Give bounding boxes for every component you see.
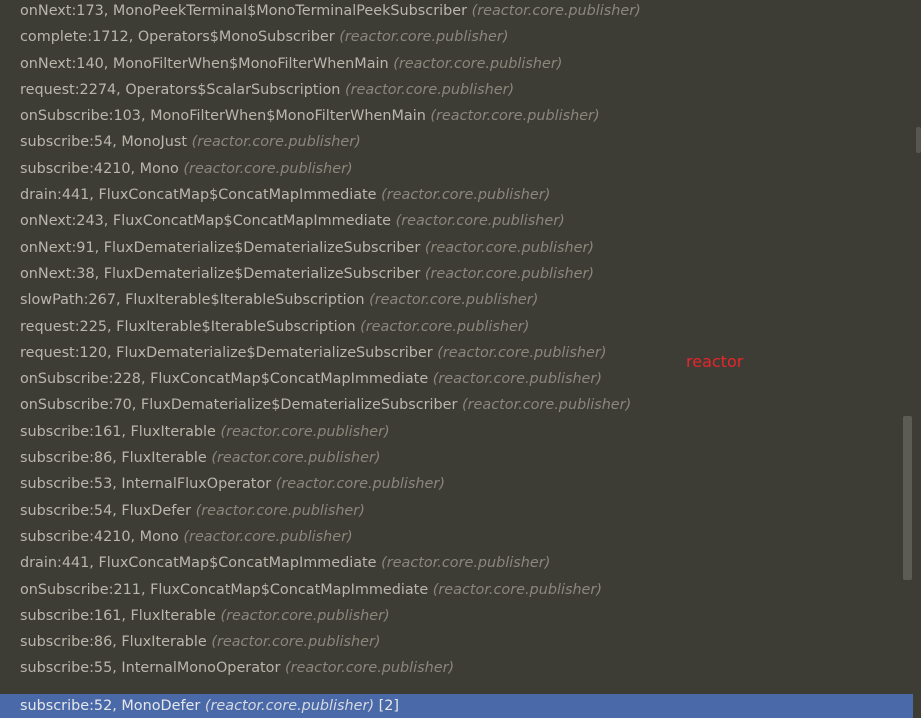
frame-row[interactable]: subscribe:86, FluxIterable (reactor.core… — [0, 445, 913, 471]
frame-package: (reactor.core.publisher) — [220, 423, 390, 440]
frame-row[interactable]: onSubscribe:70, FluxDematerialize$Demate… — [0, 392, 913, 418]
frame-row[interactable]: subscribe:86, FluxIterable (reactor.core… — [0, 629, 913, 655]
frame-row[interactable]: onSubscribe:228, FluxConcatMap$ConcatMap… — [0, 366, 913, 392]
frame-method: onSubscribe:70, FluxDematerialize$Demate… — [20, 397, 458, 414]
frame-method: onSubscribe:103, MonoFilterWhen$MonoFilt… — [20, 108, 426, 125]
frame-row[interactable]: onSubscribe:103, MonoFilterWhen$MonoFilt… — [0, 103, 913, 129]
frame-package: (reactor.core.publisher) — [395, 213, 565, 230]
frame-method: subscribe:52, MonoDefer — [20, 698, 201, 714]
frame-method: subscribe:54, MonoJust — [20, 134, 188, 151]
frame-package: (reactor.core.publisher) — [339, 29, 509, 46]
frame-method: subscribe:86, FluxIterable — [20, 450, 207, 467]
frame-package: (reactor.core.publisher) — [471, 3, 641, 19]
frame-method: slowPath:267, FluxIterable$IterableSubsc… — [20, 292, 365, 309]
frame-row[interactable]: subscribe:54, MonoJust (reactor.core.pub… — [0, 129, 913, 155]
frame-method: subscribe:4210, Mono — [20, 528, 179, 545]
frame-row[interactable]: subscribe:4210, Mono (reactor.core.publi… — [0, 156, 913, 182]
frame-row[interactable]: onNext:91, FluxDematerialize$Demateriali… — [0, 235, 913, 261]
frame-method: subscribe:161, FluxIterable — [20, 607, 216, 624]
frame-method: onSubscribe:228, FluxConcatMap$ConcatMap… — [20, 371, 429, 388]
frame-package: (reactor.core.publisher) — [424, 239, 595, 256]
frame-method: subscribe:4210, Mono — [20, 160, 179, 177]
frame-row[interactable]: request:2274, Operators$ScalarSubscripti… — [0, 77, 913, 103]
frame-method: request:120, FluxDematerialize$Demateria… — [20, 344, 433, 361]
frame-package: (reactor.core.publisher) — [183, 160, 353, 177]
frame-package: (reactor.core.publisher) — [211, 450, 381, 467]
frame-row[interactable]: onSubscribe:211, FluxConcatMap$ConcatMap… — [0, 577, 913, 603]
outer-scrollbar[interactable] — [916, 127, 921, 153]
frame-method: subscribe:53, InternalFluxOperator — [20, 476, 272, 493]
frame-row[interactable]: onNext:243, FluxConcatMap$ConcatMapImmed… — [0, 208, 913, 234]
frame-row[interactable]: drain:441, FluxConcatMap$ConcatMapImmedi… — [0, 550, 913, 576]
frame-method: onNext:91, FluxDematerialize$Demateriali… — [20, 239, 421, 256]
frame-package: (reactor.core.publisher) — [195, 502, 365, 519]
frame-method: subscribe:55, InternalMonoOperator — [20, 660, 281, 677]
frame-row[interactable]: request:120, FluxDematerialize$Demateria… — [0, 340, 913, 366]
frame-row[interactable]: subscribe:4210, Mono (reactor.core.publi… — [0, 524, 913, 550]
frame-package: (reactor.core.publisher) — [432, 581, 602, 598]
frame-package: (reactor.core.publisher) — [183, 528, 353, 545]
frame-method: complete:1712, Operators$MonoSubscriber — [20, 29, 335, 46]
frame-package: (reactor.core.publisher) — [432, 371, 602, 388]
frame-row-selected[interactable]: subscribe:52, MonoDefer (reactor.core.pu… — [0, 694, 913, 718]
frame-row[interactable]: subscribe:161, FluxIterable (reactor.cor… — [0, 603, 913, 629]
frame-row[interactable]: onNext:38, FluxDematerialize$Demateriali… — [0, 261, 913, 287]
frame-row[interactable]: drain:441, FluxConcatMap$ConcatMapImmedi… — [0, 182, 913, 208]
frame-package: (reactor.core.publisher) — [430, 108, 600, 125]
frame-package: (reactor.core.publisher) — [424, 265, 595, 282]
frames-list: onNext:173, MonoPeekTerminal$MonoTermina… — [0, 0, 913, 682]
scrollbar-thumb[interactable] — [903, 416, 912, 580]
frame-package: (reactor.core.publisher) — [211, 634, 381, 651]
frame-method: onSubscribe:211, FluxConcatMap$ConcatMap… — [20, 581, 429, 598]
frame-row[interactable]: slowPath:267, FluxIterable$IterableSubsc… — [0, 287, 913, 313]
debugger-frames-panel: onNext:173, MonoPeekTerminal$MonoTermina… — [0, 0, 921, 718]
frame-package: (reactor.core.publisher) — [275, 476, 445, 493]
frame-row[interactable]: onNext:173, MonoPeekTerminal$MonoTermina… — [0, 0, 913, 24]
frame-method: subscribe:161, FluxIterable — [20, 423, 216, 440]
frame-method: onNext:140, MonoFilterWhen$MonoFilterWhe… — [20, 55, 389, 72]
frame-row[interactable]: subscribe:161, FluxIterable (reactor.cor… — [0, 419, 913, 445]
frame-package: (reactor.core.publisher) — [344, 81, 515, 98]
frame-package: (reactor.core.publisher) — [284, 660, 455, 677]
frame-method: request:2274, Operators$ScalarSubscripti… — [20, 81, 341, 98]
frame-package: (reactor.core.publisher) — [381, 187, 551, 204]
frame-package: (reactor.core.publisher) — [191, 134, 361, 151]
frame-method: subscribe:86, FluxIterable — [20, 634, 207, 651]
frame-row[interactable]: onNext:140, MonoFilterWhen$MonoFilterWhe… — [0, 51, 913, 77]
frame-package: (reactor.core.publisher) — [462, 397, 632, 414]
frame-package: (reactor.core.publisher) — [393, 55, 563, 72]
frame-package: (reactor.core.publisher) — [220, 607, 390, 624]
frame-row[interactable]: subscribe:53, InternalFluxOperator (reac… — [0, 471, 913, 497]
frame-method: drain:441, FluxConcatMap$ConcatMapImmedi… — [20, 555, 377, 572]
annotation-label: reactor — [686, 352, 744, 371]
frame-package: (reactor.core.publisher) — [204, 698, 375, 714]
frame-package: (reactor.core.publisher) — [437, 344, 607, 361]
frame-method: subscribe:54, FluxDefer — [20, 502, 192, 519]
frame-row[interactable]: complete:1712, Operators$MonoSubscriber … — [0, 24, 913, 50]
frame-row[interactable]: subscribe:54, FluxDefer (reactor.core.pu… — [0, 498, 913, 524]
frame-package: (reactor.core.publisher) — [369, 292, 539, 309]
frame-method: request:225, FluxIterable$IterableSubscr… — [20, 318, 356, 335]
frame-count-badge: [2] — [378, 698, 400, 714]
frame-row[interactable]: request:225, FluxIterable$IterableSubscr… — [0, 314, 913, 340]
frame-row[interactable]: subscribe:55, InternalMonoOperator (reac… — [0, 655, 913, 681]
frame-package: (reactor.core.publisher) — [381, 555, 551, 572]
frame-package: (reactor.core.publisher) — [360, 318, 530, 335]
frame-method: onNext:173, MonoPeekTerminal$MonoTermina… — [20, 3, 468, 19]
frame-method: onNext:38, FluxDematerialize$Demateriali… — [20, 265, 421, 282]
frame-method: onNext:243, FluxConcatMap$ConcatMapImmed… — [20, 213, 391, 230]
frame-method: drain:441, FluxConcatMap$ConcatMapImmedi… — [20, 187, 377, 204]
